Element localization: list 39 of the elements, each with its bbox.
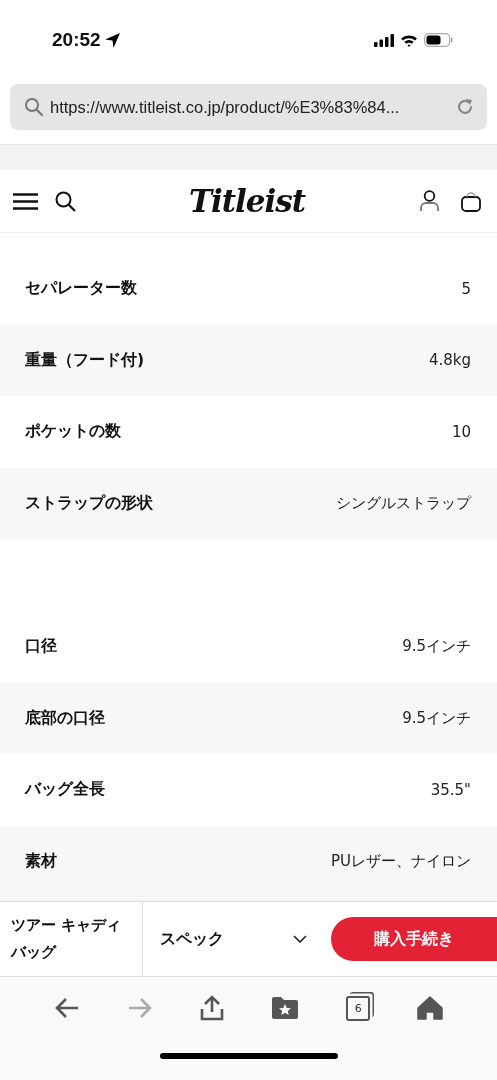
location-arrow-icon: [103, 31, 121, 49]
chevron-down-icon: [293, 935, 307, 943]
spec-value: PUレザー、ナイロン: [330, 851, 471, 871]
spec-label: 口径: [25, 636, 57, 658]
section-dropdown[interactable]: スペック: [143, 902, 331, 976]
spec-value: シングルストラップ: [336, 493, 471, 513]
spec-value: 9.5インチ: [402, 708, 471, 728]
spec-label: 底部の口径: [25, 707, 105, 729]
menu-icon[interactable]: [13, 192, 38, 210]
bag-icon[interactable]: [461, 190, 481, 212]
spec-label: バッグ全長: [25, 779, 105, 801]
spec-label: 重量（フード付): [25, 349, 145, 371]
checkout-button[interactable]: 購入手続き: [331, 917, 497, 961]
spec-label: ポケットの数: [25, 421, 121, 443]
share-icon[interactable]: [199, 995, 224, 1021]
spec-value: 9.5インチ: [402, 637, 471, 657]
address-bar[interactable]: https://www.titleist.co.jp/product/%E3%83%84...: [10, 84, 487, 130]
spec-value: 10: [451, 422, 471, 441]
url-text: https://www.titleist.co.jp/product/%E3%83%84...: [50, 97, 401, 117]
wifi-icon: [400, 33, 418, 47]
spec-value: 4.8kg: [428, 351, 471, 370]
back-arrow-icon[interactable]: [53, 997, 80, 1019]
battery-icon: [424, 33, 453, 47]
home-icon[interactable]: [417, 996, 444, 1020]
brand-logo[interactable]: Titleist: [188, 183, 306, 219]
signal-icon: [374, 33, 394, 47]
account-icon[interactable]: [420, 190, 439, 212]
tabs-button[interactable]: 6: [346, 995, 371, 1021]
spec-label: セパレーター数: [25, 278, 137, 300]
spec-value: 5: [461, 279, 471, 298]
spec-label: ストラップの形状: [25, 492, 153, 514]
spec-label: 素材: [25, 850, 57, 872]
spec-value: 35.5": [430, 780, 471, 799]
product-name: ツアー キャディバッグ: [0, 902, 143, 976]
reload-icon[interactable]: [455, 97, 475, 117]
search-icon: [24, 97, 44, 117]
search-icon[interactable]: [55, 190, 76, 212]
status-time: 20:52: [52, 29, 101, 51]
bookmark-folder-icon[interactable]: [271, 996, 300, 1020]
